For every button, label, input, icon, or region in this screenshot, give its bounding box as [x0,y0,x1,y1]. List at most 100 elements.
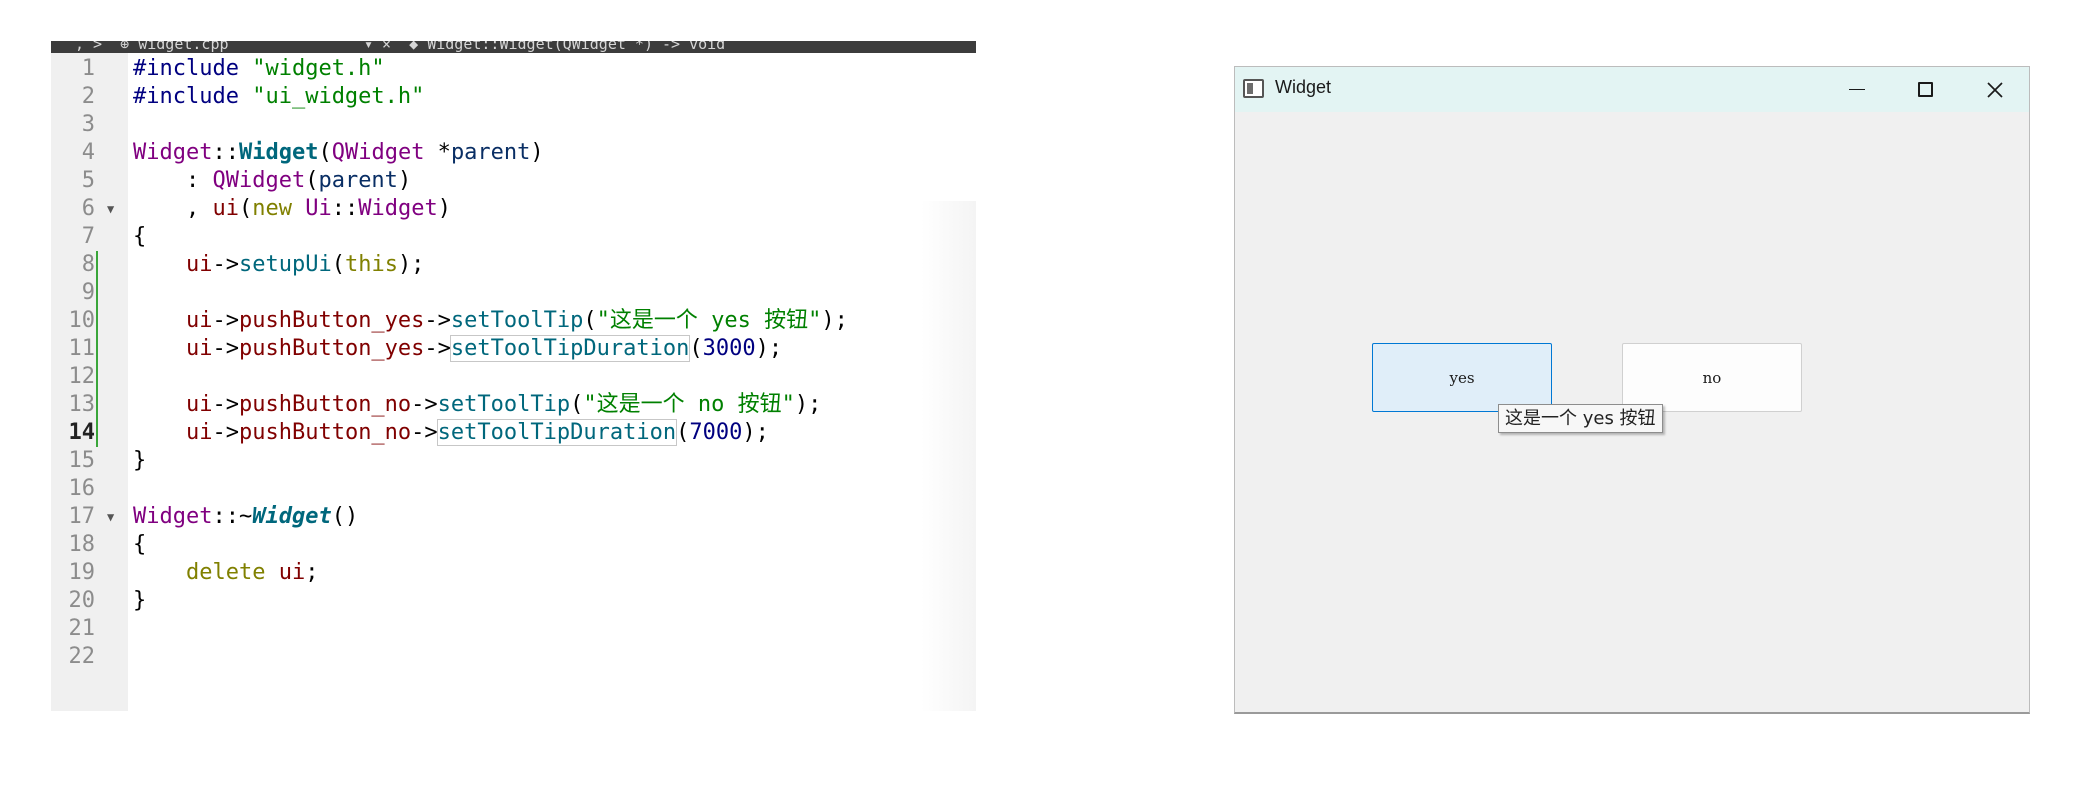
modified-line-marker [96,391,98,419]
line-number: 20 [68,588,96,613]
code-token: setupUi [238,252,332,277]
line-number: 13 [68,392,96,417]
code-token: ) [437,196,451,221]
code-line[interactable]: 1 #include "widget.h" [51,55,976,83]
code-token: pushButton_no [238,392,412,417]
code-line[interactable]: 21 [51,615,976,643]
code-token: ( [305,168,319,193]
code-token: ( [570,392,584,417]
code-token: Ui [305,196,332,221]
code-token: ui [212,196,239,221]
code-text: ui->setupUi(this); [133,251,424,279]
code-token: ( [331,252,345,277]
fold-arrow-icon[interactable]: ▼ [107,503,114,531]
code-token: } [133,588,147,613]
code-token: 3000 [702,336,756,361]
code-token: ); [821,308,848,333]
code-token: pushButton_yes [238,308,425,333]
code-token: ui [185,336,213,361]
line-number: 6 [81,196,95,221]
code-line[interactable]: 14 ui->pushButton_no->setToolTipDuration… [51,419,976,447]
code-token: this [344,252,398,277]
code-line[interactable]: 11 ui->pushButton_yes->setToolTipDuratio… [51,335,976,363]
code-line[interactable]: 22 [51,643,976,671]
code-line[interactable]: 3 [51,111,976,139]
line-number: 17 [68,504,96,529]
code-token: pushButton_yes [238,336,425,361]
line-number: 5 [81,168,95,193]
code-text: : QWidget(parent) [133,167,411,195]
line-number: 22 [68,644,96,669]
modified-line-marker [96,251,98,279]
code-line[interactable]: 6 ▼ , ui(new Ui::Widget) [51,195,976,223]
code-token: delete [185,560,279,585]
title-bar[interactable]: Widget [1235,67,2029,112]
code-token: #include [133,56,253,81]
code-line[interactable]: 16 [51,475,976,503]
minimize-button[interactable] [1823,67,1891,112]
code-token: #include [133,84,253,109]
line-number: 8 [81,252,95,277]
line-number: 7 [81,224,95,249]
code-token: Widget [358,196,438,221]
code-token: setToolTip [437,392,571,417]
code-token: ui [185,392,213,417]
code-text: Widget::~Widget() [133,503,358,531]
code-token: * [424,140,451,165]
code-text: } [133,587,146,615]
close-button[interactable] [1961,67,2029,112]
code-token: ui [185,420,213,445]
code-token: QWidget [212,168,306,193]
maximize-button[interactable] [1891,67,1959,112]
maximize-icon [1917,82,1933,97]
code-token: "ui_widget.h" [252,84,425,109]
code-line[interactable]: 20} [51,587,976,615]
no-button[interactable]: no [1622,343,1802,412]
code-line[interactable]: 17 ▼ Widget::~Widget() [51,503,976,531]
code-token: ); [397,252,425,277]
modified-line-marker [96,363,98,391]
code-line[interactable]: 10 ui->pushButton_yes->setToolTip("这是一个 … [51,307,976,335]
code-line[interactable]: 13 ui->pushButton_no->setToolTip("这是一个 n… [51,391,976,419]
code-token: :: [212,140,239,165]
code-line[interactable]: 8 ui->setupUi(this); [51,251,976,279]
code-line[interactable]: 7{ [51,223,976,251]
line-number: 15 [68,448,96,473]
code-line[interactable]: 12 [51,363,976,391]
code-editor[interactable]: , > ⊕ widget.cpp ▾ × ◆ Widget::Widget(QW… [51,41,976,711]
code-line[interactable]: 15} [51,447,976,475]
modified-line-marker [96,419,98,447]
editor-toolbar: , > ⊕ widget.cpp ▾ × ◆ Widget::Widget(QW… [51,41,976,53]
code-token: setToolTipDuration [436,419,678,446]
code-token: ); [742,420,769,445]
minimize-icon [1849,88,1865,91]
code-token: 7000 [689,420,743,445]
code-line[interactable]: 19 delete ui; [51,559,976,587]
code-token: ::~ [212,504,253,529]
window-title: Widget [1275,77,1332,97]
editor-edge-shadow [921,201,976,711]
code-token: parent [318,168,398,193]
code-token: "widget.h" [252,56,385,81]
code-line[interactable]: 2 #include "ui_widget.h" [51,83,976,111]
code-token: setToolTipDuration [449,335,691,362]
yes-button[interactable]: yes [1372,343,1552,412]
code-text: } [133,447,146,475]
line-number: 19 [68,560,96,585]
code-token: -> [212,252,239,277]
line-number: 21 [68,616,96,641]
modified-line-marker [96,335,98,363]
code-line[interactable]: 4 Widget::Widget(QWidget *parent) [51,139,976,167]
code-text: { [133,223,146,251]
code-line[interactable]: 9 [51,279,976,307]
code-text: #include "widget.h" [133,55,385,83]
code-line[interactable]: 18 { [51,531,976,559]
line-number: 14 [68,420,96,445]
code-line[interactable]: 5 : QWidget(parent) [51,167,976,195]
code-text: delete ui; [133,559,318,587]
fold-arrow-icon[interactable]: ▼ [107,195,114,223]
code-token: :: [331,196,359,221]
code-token: () [331,504,359,529]
